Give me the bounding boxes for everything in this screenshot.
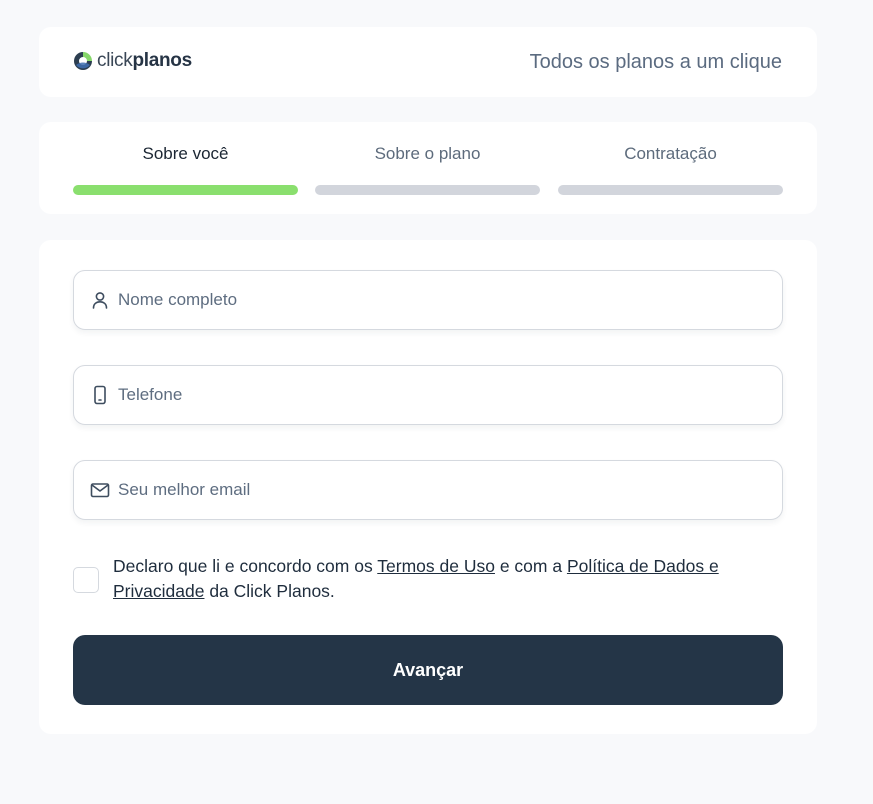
user-icon xyxy=(92,292,108,309)
consent-suffix: da Click Planos. xyxy=(204,581,335,601)
step-label: Sobre você xyxy=(142,144,229,163)
step-label: Contratação xyxy=(624,144,717,163)
step-progress-bar xyxy=(558,185,783,195)
step-contratacao: Contratação xyxy=(558,122,783,214)
step-sobre-o-plano: Sobre o plano xyxy=(315,122,540,214)
smartphone-icon xyxy=(94,385,106,405)
consent-middle: e com a xyxy=(494,556,567,576)
logo-text-light: click xyxy=(97,50,133,71)
phone-field[interactable] xyxy=(73,365,783,425)
logo-text-bold: planos xyxy=(132,50,192,71)
step-progress-bar xyxy=(73,185,298,195)
mail-icon xyxy=(90,483,110,498)
name-input[interactable] xyxy=(118,271,758,329)
terms-link[interactable]: Termos de Uso xyxy=(377,556,495,576)
advance-button[interactable]: Avançar xyxy=(73,635,783,705)
email-field[interactable] xyxy=(73,460,783,520)
consent-prefix: Declaro que li e concordo com os xyxy=(113,556,378,576)
logo[interactable]: clickplanos xyxy=(73,51,192,71)
consent-text: Declaro que li e concordo com os Termos … xyxy=(113,554,785,604)
step-sobre-voce: Sobre você xyxy=(73,122,298,214)
tagline: Todos os planos a um clique xyxy=(529,51,782,73)
step-progress-bar xyxy=(315,185,540,195)
logo-text: clickplanos xyxy=(97,51,192,71)
form-card: Declaro que li e concordo com os Termos … xyxy=(39,240,817,734)
header-card: clickplanos Todos os planos a um clique xyxy=(39,27,817,97)
step-label: Sobre o plano xyxy=(374,144,481,163)
phone-input[interactable] xyxy=(118,366,758,424)
email-input[interactable] xyxy=(118,461,758,519)
consent-checkbox[interactable] xyxy=(73,567,99,593)
progress-steps: Sobre você Sobre o plano Contratação xyxy=(39,122,817,214)
name-field[interactable] xyxy=(73,270,783,330)
logo-mark-icon xyxy=(74,52,92,70)
